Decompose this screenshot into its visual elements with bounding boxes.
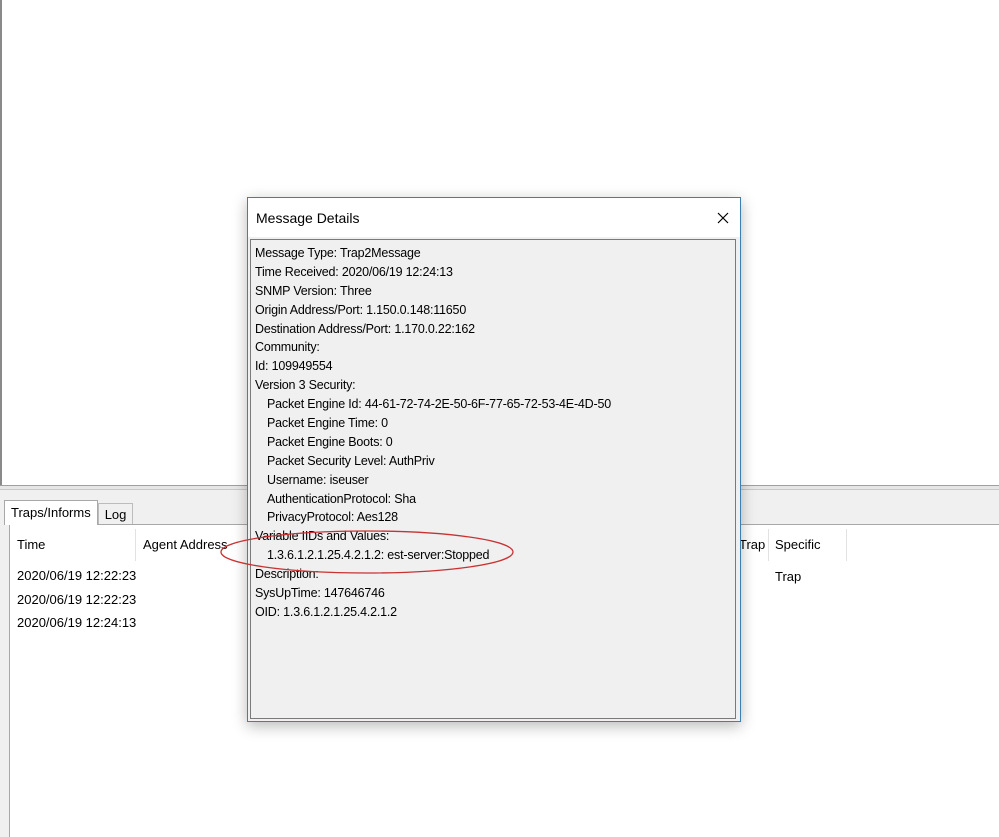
detail-snmp-version: SNMP Version: Three [255, 283, 372, 298]
detail-time-received: Time Received: 2020/06/19 12:24:13 [255, 264, 453, 279]
column-header-specific-trap[interactable]: Specific Trap [769, 529, 847, 584]
detail-v3-security: Version 3 Security: [255, 378, 356, 393]
detail-security-level: Packet Security Level: AuthPriv [267, 453, 435, 468]
window-edge [0, 0, 2, 486]
close-button[interactable] [706, 198, 740, 237]
detail-privacy-protocol: PrivacyProtocol: Aes128 [267, 510, 398, 525]
dialog-title: Message Details [256, 210, 360, 226]
detail-origin-address: Origin Address/Port: 1.150.0.148:11650 [255, 302, 467, 317]
detail-destination-address: Destination Address/Port: 1.170.0.22:162 [255, 321, 475, 336]
app-window: Traps/Informs Log Time Agent Address Tra… [0, 0, 999, 837]
detail-variable-iids-heading: Variable IIDs and Values: [255, 529, 390, 544]
message-details-dialog: Message Details Message Type: Trap2Messa… [220, 197, 741, 722]
detail-auth-protocol: AuthenticationProtocol: Sha [267, 491, 416, 506]
detail-message-type: Message Type: Trap2Message [255, 246, 421, 260]
detail-variable-binding: 1.3.6.1.2.1.25.4.2.1.2: est-server:Stopp… [267, 548, 490, 563]
detail-description: Description: [255, 567, 319, 582]
detail-oid: OID: 1.3.6.1.2.1.25.4.2.1.2 [255, 604, 397, 619]
tab-traps-informs[interactable]: Traps/Informs [4, 500, 98, 525]
message-details-text-area[interactable]: Message Type: Trap2Message Time Received… [220, 239, 736, 719]
detail-community: Community: [255, 340, 320, 355]
column-header-agent-address[interactable]: Agent Address [136, 529, 256, 561]
message-details-content: Message Type: Trap2Message Time Received… [255, 244, 725, 622]
detail-packet-engine-time: Packet Engine Time: 0 [267, 416, 388, 431]
tab-log[interactable]: Log [97, 503, 134, 525]
detail-id: Id: 109949554 [255, 359, 333, 374]
close-icon [717, 212, 729, 224]
tab-strip: Traps/Informs Log [4, 499, 134, 525]
detail-sysuptime: SysUpTime: 147646746 [255, 586, 385, 601]
detail-packet-engine-boots: Packet Engine Boots: 0 [267, 434, 393, 449]
column-header-time[interactable]: Time [10, 529, 136, 561]
dialog-titlebar[interactable]: Message Details [248, 198, 740, 237]
detail-username: Username: iseuser [267, 472, 369, 487]
detail-packet-engine-id: Packet Engine Id: 44-61-72-74-2E-50-6F-7… [267, 397, 611, 412]
